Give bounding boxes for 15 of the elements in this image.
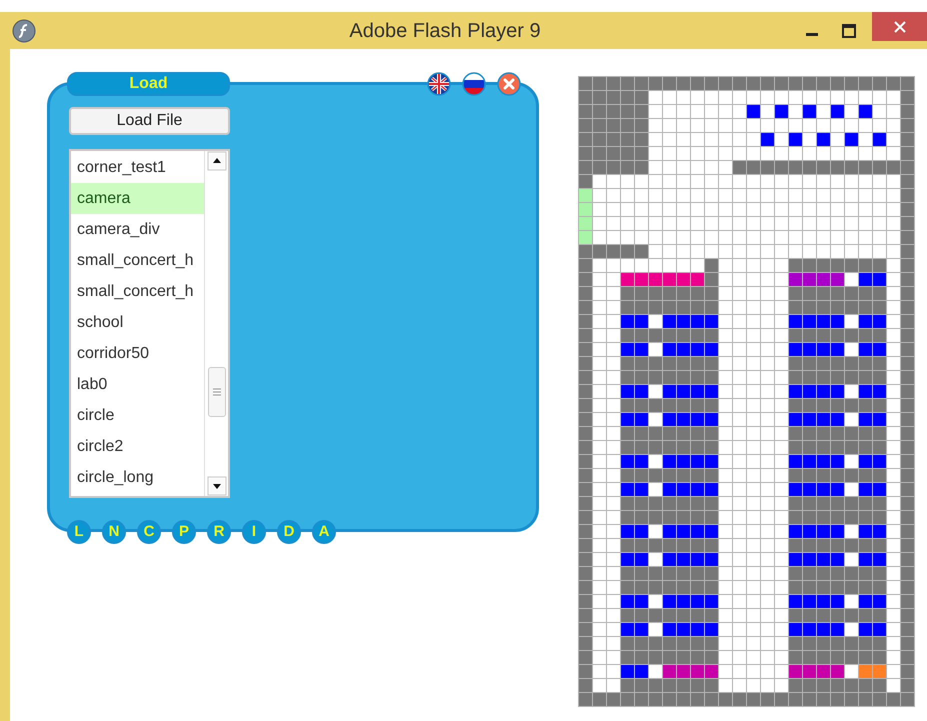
window-title: Adobe Flash Player 9 (348, 18, 542, 44)
file-list-item[interactable]: camera (71, 183, 204, 214)
maximize-icon[interactable] (842, 24, 856, 38)
russian-flag-icon[interactable] (462, 72, 486, 96)
scroll-up-icon[interactable] (206, 151, 226, 171)
close-icon[interactable] (497, 72, 521, 96)
scrollbar[interactable] (204, 151, 228, 496)
load-file-button[interactable]: Load File (69, 107, 230, 135)
scroll-down-icon[interactable] (206, 476, 226, 496)
flash-logo-icon (12, 18, 36, 42)
scroll-thumb[interactable] (208, 367, 226, 417)
close-icon (894, 20, 906, 32)
uk-flag-icon[interactable] (427, 72, 451, 96)
grip-icon (212, 388, 220, 396)
close-window-button[interactable] (872, 12, 927, 41)
